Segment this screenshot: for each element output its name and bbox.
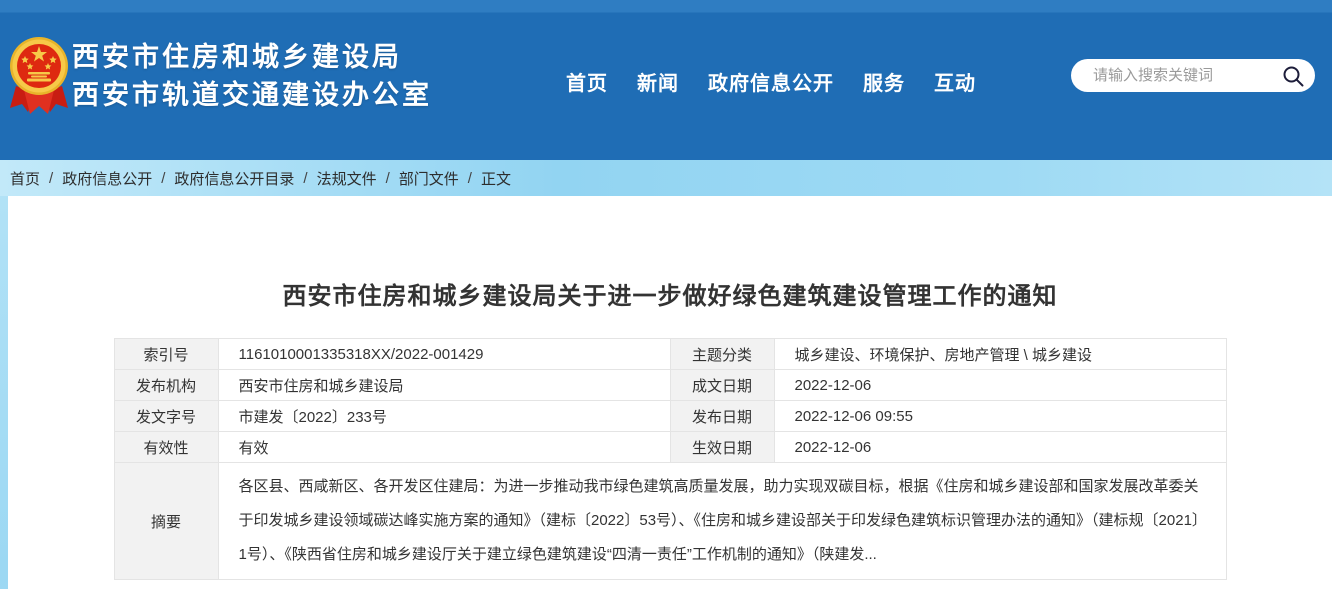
table-row-summary: 摘要 各区县、西咸新区、各开发区住建局：为进一步推动我市绿色建筑高质量发展，助力… xyxy=(114,463,1226,580)
meta-value-topic-category: 城乡建设、环境保护、房地产管理 \ 城乡建设 xyxy=(774,339,1226,370)
meta-label-effective-date: 生效日期 xyxy=(670,432,774,463)
meta-label-publish-date: 发布日期 xyxy=(670,401,774,432)
breadcrumb-regulation-files[interactable]: 法规文件 xyxy=(317,168,377,189)
document-meta-table: 索引号 1161010001335318XX/2022-001429 主题分类 … xyxy=(114,338,1227,580)
meta-value-effective-date: 2022-12-06 xyxy=(774,432,1226,463)
meta-label-summary: 摘要 xyxy=(114,463,218,580)
meta-label-written-date: 成文日期 xyxy=(670,370,774,401)
table-row: 索引号 1161010001335318XX/2022-001429 主题分类 … xyxy=(114,339,1226,370)
table-row: 有效性 有效 生效日期 2022-12-06 xyxy=(114,432,1226,463)
meta-value-publish-date: 2022-12-06 09:55 xyxy=(774,401,1226,432)
meta-label-document-number: 发文字号 xyxy=(114,401,218,432)
meta-label-validity: 有效性 xyxy=(114,432,218,463)
search-button[interactable] xyxy=(1280,63,1306,89)
site-title-line1: 西安市住房和城乡建设局 xyxy=(72,38,432,76)
breadcrumb-separator: / xyxy=(161,170,165,187)
document-title: 西安市住房和城乡建设局关于进一步做好绿色建筑建设管理工作的通知 xyxy=(8,212,1332,311)
breadcrumb-separator: / xyxy=(468,170,472,187)
meta-value-document-number: 市建发〔2022〕233号 xyxy=(218,401,670,432)
breadcrumb-current-article: 正文 xyxy=(481,168,511,189)
nav-item-gov-info[interactable]: 政府信息公开 xyxy=(708,67,834,96)
breadcrumb-separator: / xyxy=(386,170,390,187)
site-title-line2: 西安市轨道交通建设办公室 xyxy=(72,76,432,114)
nav-item-interaction[interactable]: 互动 xyxy=(934,67,976,96)
breadcrumb-separator: / xyxy=(303,170,307,187)
table-row: 发文字号 市建发〔2022〕233号 发布日期 2022-12-06 09:55 xyxy=(114,401,1226,432)
meta-value-index-number: 1161010001335318XX/2022-001429 xyxy=(218,339,670,370)
meta-value-issuing-agency: 西安市住房和城乡建设局 xyxy=(218,370,670,401)
content-card: 西安市住房和城乡建设局关于进一步做好绿色建筑建设管理工作的通知 索引号 1161… xyxy=(8,196,1332,589)
breadcrumb-separator: / xyxy=(49,170,53,187)
nav-item-services[interactable]: 服务 xyxy=(863,67,905,96)
meta-value-validity: 有效 xyxy=(218,432,670,463)
table-row: 发布机构 西安市住房和城乡建设局 成文日期 2022-12-06 xyxy=(114,370,1226,401)
site-header: 西安市住房和城乡建设局 西安市轨道交通建设办公室 首页 新闻 政府信息公开 服务… xyxy=(0,0,1332,160)
site-title: 西安市住房和城乡建设局 西安市轨道交通建设办公室 xyxy=(72,38,432,114)
breadcrumb-gov-info-catalog[interactable]: 政府信息公开目录 xyxy=(174,168,294,189)
search-input[interactable] xyxy=(1071,67,1280,84)
breadcrumb-gov-info[interactable]: 政府信息公开 xyxy=(62,168,152,189)
meta-label-issuing-agency: 发布机构 xyxy=(114,370,218,401)
meta-label-index-number: 索引号 xyxy=(114,339,218,370)
meta-value-summary: 各区县、西咸新区、各开发区住建局：为进一步推动我市绿色建筑高质量发展，助力实现双… xyxy=(218,463,1226,580)
search-box xyxy=(1071,59,1315,92)
nav-item-news[interactable]: 新闻 xyxy=(637,67,679,96)
search-icon xyxy=(1281,64,1305,88)
meta-value-written-date: 2022-12-06 xyxy=(774,370,1226,401)
meta-label-topic-category: 主题分类 xyxy=(670,339,774,370)
national-emblem-icon xyxy=(8,34,70,118)
breadcrumb-home[interactable]: 首页 xyxy=(10,168,40,189)
main-nav: 首页 新闻 政府信息公开 服务 互动 xyxy=(566,67,976,96)
breadcrumb-department-files[interactable]: 部门文件 xyxy=(399,168,459,189)
national-emblem-logo xyxy=(8,34,70,118)
breadcrumb: 首页 / 政府信息公开 / 政府信息公开目录 / 法规文件 / 部门文件 / 正… xyxy=(0,160,1332,196)
nav-item-home[interactable]: 首页 xyxy=(566,67,608,96)
